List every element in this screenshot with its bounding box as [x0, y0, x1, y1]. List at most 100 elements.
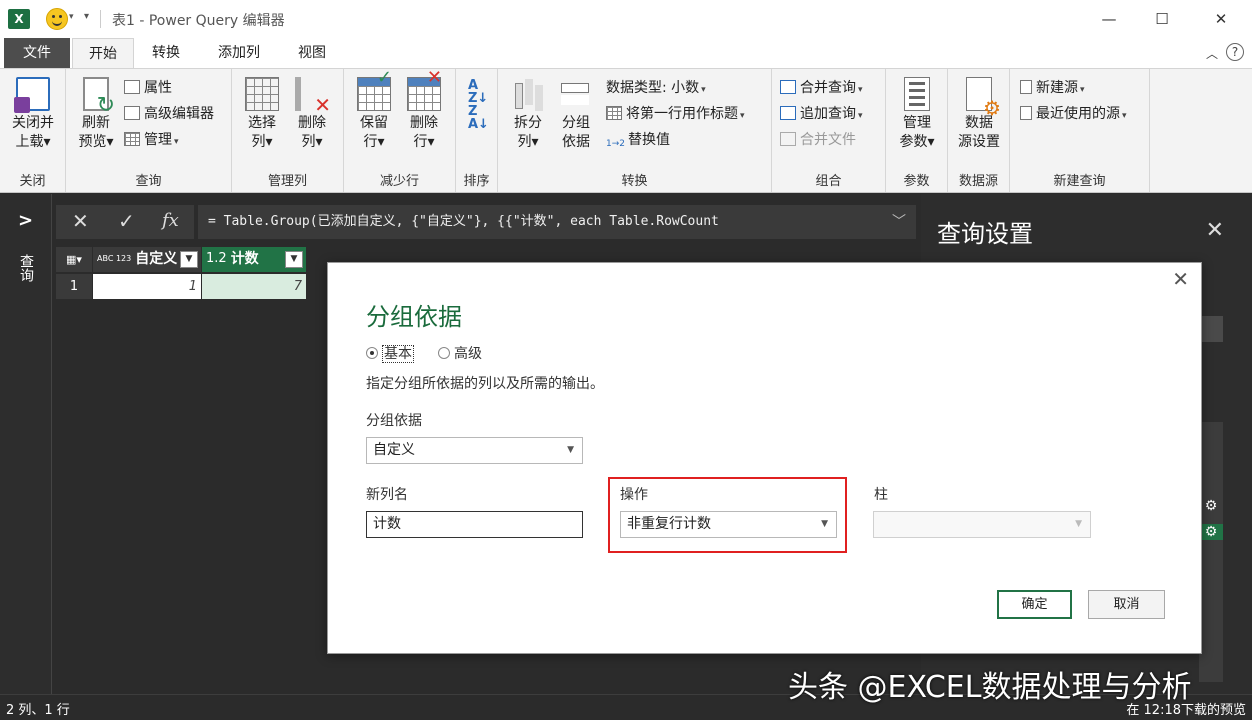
query-name-field[interactable]	[1199, 316, 1223, 342]
group-by-label-2: 依据	[562, 134, 590, 150]
maximize-button[interactable]: ☐	[1139, 5, 1185, 33]
confirm-formula-icon[interactable]: ✓	[118, 209, 135, 233]
parameters-group: 管理 参数▾ 参数	[886, 69, 948, 192]
close-icon[interactable]: ✕	[1172, 267, 1189, 291]
choose-columns-icon	[245, 77, 279, 111]
radio-advanced[interactable]: 高级	[438, 343, 482, 363]
feedback-dropdown-icon[interactable]: ▾	[69, 12, 74, 22]
datasource-settings-button[interactable]: 数据 源设置	[952, 77, 1006, 152]
advanced-editor-button[interactable]: 高级编辑器	[124, 104, 214, 124]
first-row-header-icon	[606, 106, 622, 120]
table-cell[interactable]: 1	[93, 274, 201, 299]
gear-icon[interactable]: ⚙	[1199, 524, 1223, 540]
merge-queries-button[interactable]: 合并查询 ▾	[780, 78, 863, 100]
tab-add-column[interactable]: 添加列	[204, 38, 274, 68]
collapse-ribbon-icon[interactable]: ︿	[1206, 45, 1218, 62]
choose-columns-button[interactable]: 选择 列▾	[240, 77, 284, 152]
radio-basic-label: 基本	[382, 345, 414, 363]
datasource-group: 数据 源设置 数据源	[948, 69, 1010, 192]
new-column-name-input[interactable]: 计数	[366, 511, 583, 538]
append-queries-button[interactable]: 追加查询 ▾	[780, 104, 863, 126]
tab-file[interactable]: 文件	[4, 38, 70, 68]
row-number[interactable]: 1	[56, 274, 92, 299]
recent-sources-icon	[1020, 106, 1032, 120]
datasource-settings-icon	[966, 77, 1001, 118]
minimize-button[interactable]: —	[1086, 5, 1132, 33]
query-group: 刷新 预览▾ 属性 高级编辑器 管理▾ 查询	[66, 69, 232, 192]
operation-select[interactable]: 非重复行计数 ▼	[620, 511, 837, 538]
new-query-group: 新建源 ▾ 最近使用的源 ▾ 新建查询	[1010, 69, 1150, 192]
status-row-col-count: 2 列、1 行	[6, 703, 70, 718]
refresh-preview-button[interactable]: 刷新 预览▾	[72, 77, 120, 152]
new-source-icon	[1020, 80, 1032, 94]
manage-params-label-1: 管理	[903, 115, 931, 131]
expand-queries-icon[interactable]: >	[18, 210, 33, 231]
replace-values-button[interactable]: 1→2 替换值	[606, 130, 670, 150]
group-by-button[interactable]: 分组 依据	[554, 77, 598, 152]
cancel-formula-icon[interactable]: ✕	[72, 209, 89, 233]
close-load-label-1: 关闭并	[12, 115, 54, 131]
filter-dropdown-icon[interactable]: ▼	[285, 251, 303, 268]
column-select: ▼	[873, 511, 1091, 538]
queries-pane-label[interactable]: 查询	[16, 254, 36, 282]
query-group-label: 查询	[135, 174, 162, 189]
column-header-count[interactable]: 1.2 计数 ▼	[202, 247, 306, 272]
table-menu-icon[interactable]: ▦▾	[56, 247, 92, 272]
properties-button[interactable]: 属性	[124, 78, 172, 98]
merge-queries-label: 合并查询	[800, 80, 856, 96]
first-row-header-label: 将第一行用作标题	[626, 106, 738, 122]
use-first-row-header-button[interactable]: 将第一行用作标题 ▾	[606, 104, 745, 126]
operation-value: 非重复行计数	[627, 516, 711, 532]
recent-sources-button[interactable]: 最近使用的源 ▾	[1020, 104, 1127, 126]
combine-files-label: 合并文件	[800, 132, 856, 148]
fx-icon[interactable]: fx	[162, 209, 179, 233]
chevron-down-icon: ▾	[740, 111, 745, 121]
append-queries-label: 追加查询	[800, 106, 856, 122]
keep-rows-button[interactable]: 保留 行▾	[352, 68, 396, 152]
ok-button[interactable]: 确定	[997, 590, 1072, 619]
formula-text: = Table.Group(已添加自定义, {"自定义"}, {{"计数", e…	[208, 214, 719, 229]
formula-input[interactable]: = Table.Group(已添加自定义, {"自定义"}, {{"计数", e…	[198, 205, 916, 239]
group-by-select[interactable]: 自定义 ▼	[366, 437, 583, 464]
manage-icon	[124, 132, 140, 146]
expand-formula-icon[interactable]: ﹀	[892, 205, 906, 239]
combine-group: 合并查询 ▾ 追加查询 ▾ 合并文件 组合	[772, 69, 886, 192]
gear-icon[interactable]: ⚙	[1199, 498, 1223, 514]
smiley-feedback-icon[interactable]	[46, 8, 68, 30]
data-type-button[interactable]: 数据类型: 小数 ▾	[606, 78, 706, 100]
queries-pane: > 查询	[0, 194, 52, 694]
remove-rows-button[interactable]: 删除 行▾	[402, 68, 446, 152]
advanced-editor-label: 高级编辑器	[144, 106, 214, 122]
remove-columns-icon	[295, 77, 331, 115]
table-cell[interactable]: 7	[202, 274, 306, 299]
filter-dropdown-icon[interactable]: ▼	[180, 251, 198, 268]
title-separator	[100, 10, 101, 28]
radio-basic[interactable]: 基本	[366, 343, 414, 363]
tab-transform[interactable]: 转换	[138, 38, 194, 68]
close-group: 关闭并 上载▾ 关闭	[0, 69, 66, 192]
close-and-load-button[interactable]: 关闭并 上载▾	[6, 77, 60, 152]
quick-access-menu-icon[interactable]: ▾	[84, 11, 89, 22]
close-icon[interactable]: ✕	[1206, 218, 1224, 243]
manage-button[interactable]: 管理 ▾	[124, 130, 179, 152]
tab-view[interactable]: 视图	[284, 38, 340, 68]
split-column-button[interactable]: 拆分 列▾	[506, 77, 550, 152]
close-window-button[interactable]: ✕	[1198, 5, 1244, 33]
column-header-custom[interactable]: ABC 123 自定义 ▼	[93, 247, 201, 272]
new-source-label: 新建源	[1036, 80, 1078, 96]
choose-label-1: 选择	[248, 115, 276, 131]
keep-label-2: 行▾	[363, 134, 385, 150]
remove-columns-button[interactable]: 删除 列▾	[290, 77, 334, 152]
radio-advanced-label: 高级	[454, 346, 482, 362]
help-icon[interactable]: ?	[1226, 43, 1244, 61]
tab-home[interactable]: 开始	[72, 38, 134, 68]
column-type-icon[interactable]: 1.2	[206, 252, 227, 265]
sort-descending-icon[interactable]: Z A↓	[468, 105, 489, 131]
column-type-icon[interactable]: ABC 123	[97, 255, 131, 263]
new-source-button[interactable]: 新建源 ▾	[1020, 78, 1085, 100]
combine-files-icon	[780, 132, 796, 146]
close-group-label: 关闭	[19, 174, 46, 189]
cancel-button[interactable]: 取消	[1088, 590, 1165, 619]
manage-parameters-button[interactable]: 管理 参数▾	[892, 77, 942, 152]
sort-ascending-icon[interactable]: A Z↓	[468, 79, 488, 105]
